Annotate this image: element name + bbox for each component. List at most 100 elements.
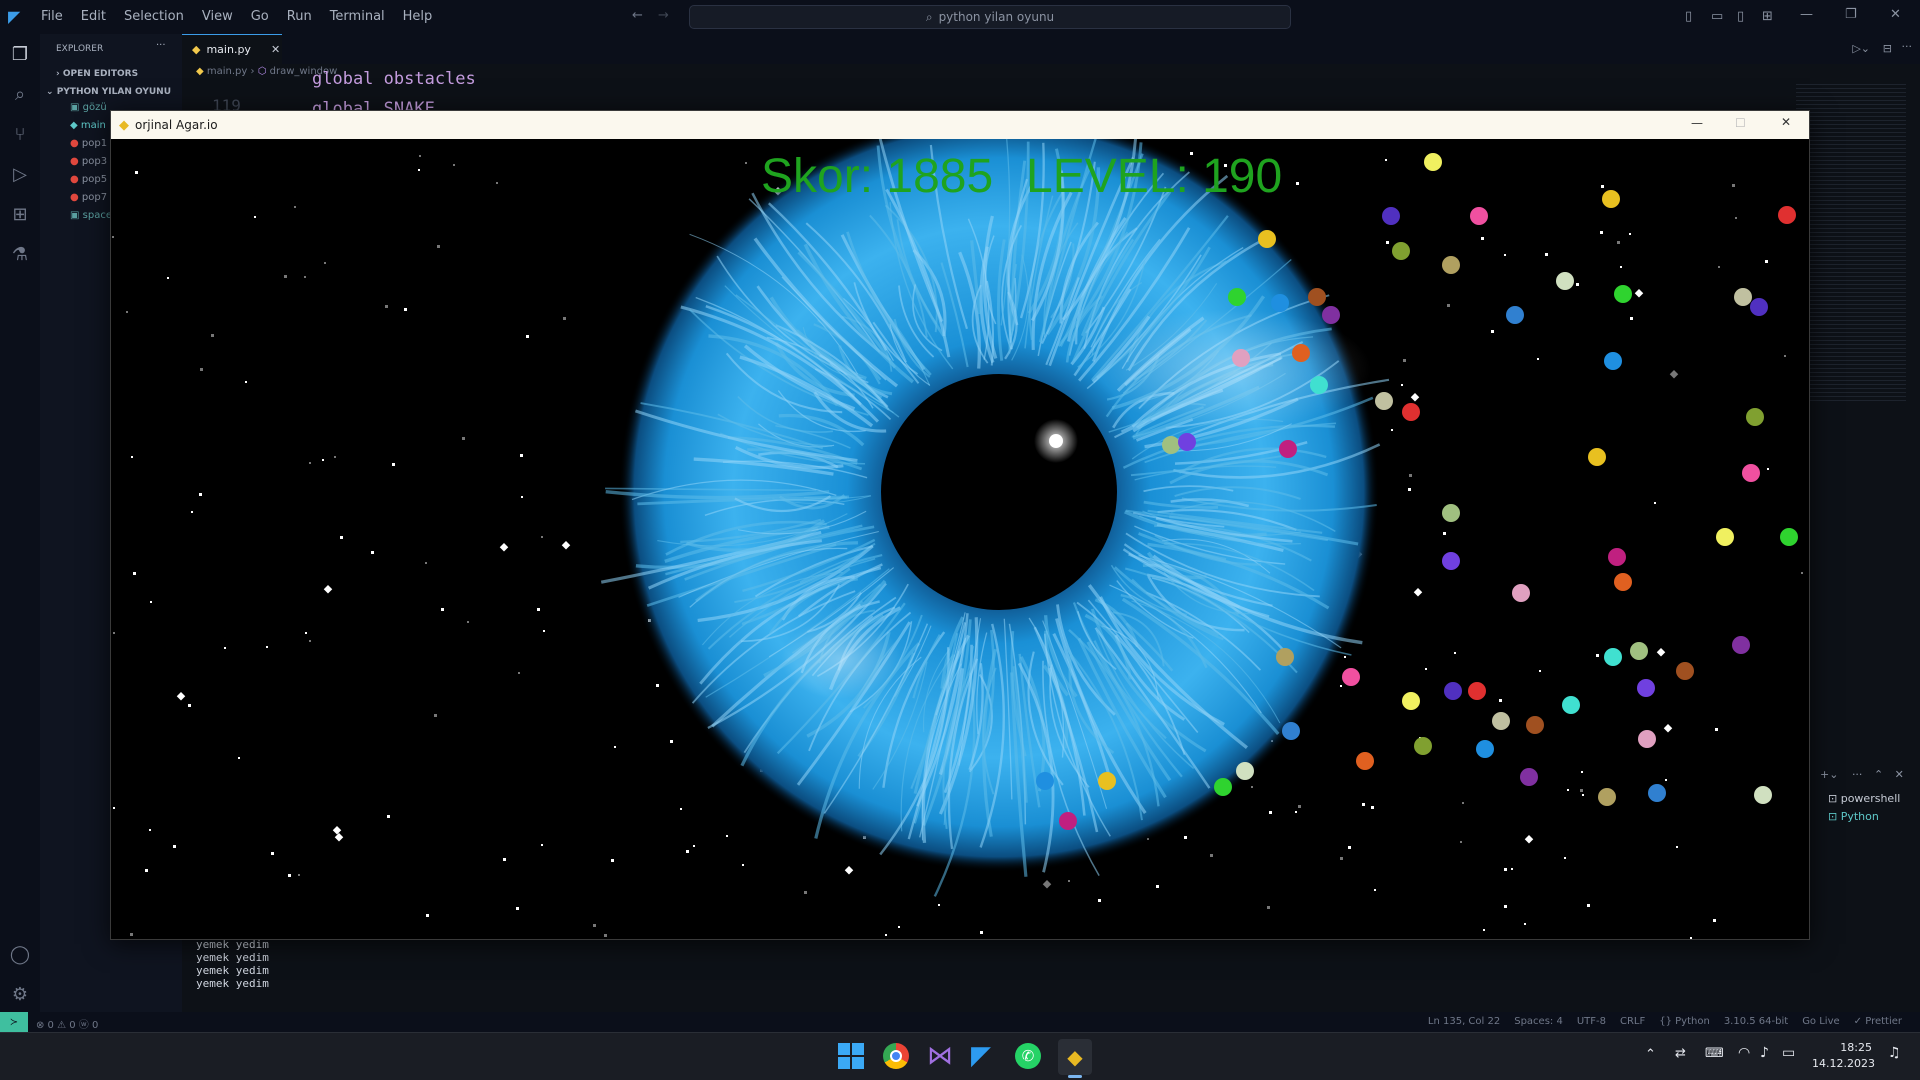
star	[245, 381, 247, 383]
star	[563, 317, 566, 320]
star	[284, 275, 287, 278]
settings-gear-icon[interactable]: ⚙	[0, 974, 40, 1014]
testing-icon[interactable]: ⚗	[0, 234, 40, 274]
toggle-secondary-sidebar-icon[interactable]: ▯	[1737, 9, 1744, 24]
menu-edit[interactable]: Edit	[72, 0, 115, 34]
notification-bell-icon[interactable]: ♫	[1888, 1045, 1901, 1061]
food-pellet	[1271, 294, 1289, 312]
menu-terminal[interactable]: Terminal	[321, 0, 394, 34]
customize-layout-icon[interactable]: ⊞	[1762, 9, 1773, 24]
food-pellet	[1236, 762, 1254, 780]
food-pellet	[1402, 692, 1420, 710]
problems-status[interactable]: ⊗ 0 ⚠ 0 ⓦ 0	[36, 1016, 98, 1031]
star	[1068, 880, 1070, 882]
food-pellet	[1442, 256, 1460, 274]
close-icon[interactable]: ✕	[1890, 7, 1901, 22]
star	[499, 542, 509, 552]
run-debug-icon[interactable]: ▷	[0, 154, 40, 194]
terminal-tab-powershell[interactable]: ⊡ powershell	[1828, 790, 1900, 808]
star	[1601, 185, 1604, 188]
food-pellet	[1614, 573, 1632, 591]
star	[885, 934, 887, 936]
terminal-tab-python[interactable]: ⊡ Python	[1828, 808, 1900, 826]
terminal-toolbar: +⌄ ··· ⌃ ✕	[1820, 768, 1904, 781]
star	[371, 551, 374, 554]
file-item[interactable]: ◆ main	[70, 120, 112, 138]
split-editor-icon[interactable]: ⊟	[1883, 42, 1892, 55]
remote-icon[interactable]: ≻	[0, 1012, 28, 1032]
menu-go[interactable]: Go	[242, 0, 278, 34]
menu-view[interactable]: View	[193, 0, 242, 34]
file-item[interactable]: ● pop1	[70, 138, 112, 156]
game-close-icon[interactable]: ✕	[1781, 115, 1791, 129]
menu-selection[interactable]: Selection	[115, 0, 193, 34]
star	[131, 456, 133, 458]
file-item[interactable]: ▣ gözü	[70, 102, 112, 120]
game-titlebar[interactable]: ◆ orjinal Agar.io — ☐ ✕	[111, 111, 1809, 139]
menu-help[interactable]: Help	[394, 0, 442, 34]
open-editors-header[interactable]: › OPEN EDITORS	[56, 69, 138, 79]
game-window[interactable]: ◆ orjinal Agar.io — ☐ ✕ Skor: 1885 LEVEL…	[110, 110, 1810, 940]
keyboard-icon[interactable]: ⌨	[1705, 1046, 1724, 1061]
source-control-icon[interactable]: ⑂	[0, 114, 40, 154]
vscode-icon[interactable]: ◤	[971, 1041, 991, 1071]
game-canvas[interactable]: Skor: 1885 LEVEL: 190	[111, 139, 1809, 939]
restore-icon[interactable]: ❐	[1845, 7, 1857, 22]
explorer-icon[interactable]: ❐	[0, 34, 40, 74]
explorer-title: EXPLORER	[56, 44, 104, 54]
maximize-panel-icon[interactable]: ⌃	[1874, 768, 1883, 781]
python-taskbar-icon[interactable]: ◆	[1058, 1039, 1092, 1075]
file-item[interactable]: ▣ space	[70, 210, 112, 228]
whatsapp-icon[interactable]: ✆	[1015, 1043, 1041, 1069]
minimap[interactable]	[1796, 84, 1906, 404]
tab-close-icon[interactable]: ✕	[271, 43, 280, 56]
file-item[interactable]: ● pop5	[70, 174, 112, 192]
wifi-icon[interactable]: ◠	[1738, 1045, 1750, 1061]
command-center[interactable]: ⌕ python yilan oyunu	[689, 5, 1291, 29]
food-pellet	[1648, 784, 1666, 802]
battery-icon[interactable]: ▭	[1782, 1045, 1795, 1061]
star	[503, 858, 506, 861]
new-terminal-icon[interactable]: +⌄	[1820, 768, 1838, 781]
file-item[interactable]: ● pop7	[70, 192, 112, 210]
game-minimize-icon[interactable]: —	[1691, 116, 1703, 130]
game-maximize-icon[interactable]: ☐	[1735, 116, 1746, 130]
chrome-icon[interactable]	[883, 1043, 909, 1069]
star	[1545, 253, 1548, 256]
minimize-icon[interactable]: —	[1800, 7, 1813, 22]
visual-studio-icon[interactable]: ⋈	[927, 1041, 953, 1071]
start-button[interactable]	[838, 1043, 864, 1069]
search-icon[interactable]: ⌕	[0, 74, 40, 114]
star	[516, 907, 519, 910]
network-transfer-icon[interactable]: ⇄	[1675, 1046, 1686, 1061]
toggle-panel-icon[interactable]: ▭	[1711, 9, 1723, 24]
vscode-logo-icon: ◤	[8, 7, 21, 26]
star	[1801, 572, 1803, 574]
run-file-icon[interactable]: ▷⌄	[1852, 42, 1870, 55]
extensions-icon[interactable]: ⊞	[0, 194, 40, 234]
tray-chevron-icon[interactable]: ⌃	[1645, 1047, 1656, 1062]
star	[520, 454, 523, 457]
forward-arrow-icon[interactable]: →	[658, 8, 669, 23]
project-header[interactable]: ⌄ PYTHON YILAN OYUNU	[46, 87, 171, 97]
tab-main-py[interactable]: ◆ main.py ✕	[182, 34, 282, 64]
star	[1690, 937, 1692, 939]
vscode-titlebar: ◤ File Edit Selection View Go Run Termin…	[0, 0, 1920, 34]
back-arrow-icon[interactable]: ←	[632, 8, 643, 23]
editor-more-icon[interactable]: ···	[1902, 40, 1913, 53]
clock[interactable]: 18:25 14.12.2023	[1812, 1040, 1875, 1072]
star	[1713, 919, 1716, 922]
volume-icon[interactable]: ♪	[1760, 1045, 1769, 1061]
terminal-output[interactable]: yemek yedim yemek yedim yemek yedim yeme…	[196, 938, 269, 990]
star	[334, 833, 344, 842]
menu-file[interactable]: File	[32, 0, 72, 34]
close-panel-icon[interactable]: ✕	[1895, 768, 1904, 781]
account-icon[interactable]: ◯	[0, 934, 40, 974]
menu-run[interactable]: Run	[278, 0, 321, 34]
file-item[interactable]: ● pop3	[70, 156, 112, 174]
more-actions-icon[interactable]: ···	[156, 40, 166, 51]
terminal-more-icon[interactable]: ···	[1852, 768, 1863, 781]
food-pellet	[1356, 752, 1374, 770]
food-pellet	[1442, 504, 1460, 522]
toggle-sidebar-icon[interactable]: ▯	[1685, 9, 1692, 24]
